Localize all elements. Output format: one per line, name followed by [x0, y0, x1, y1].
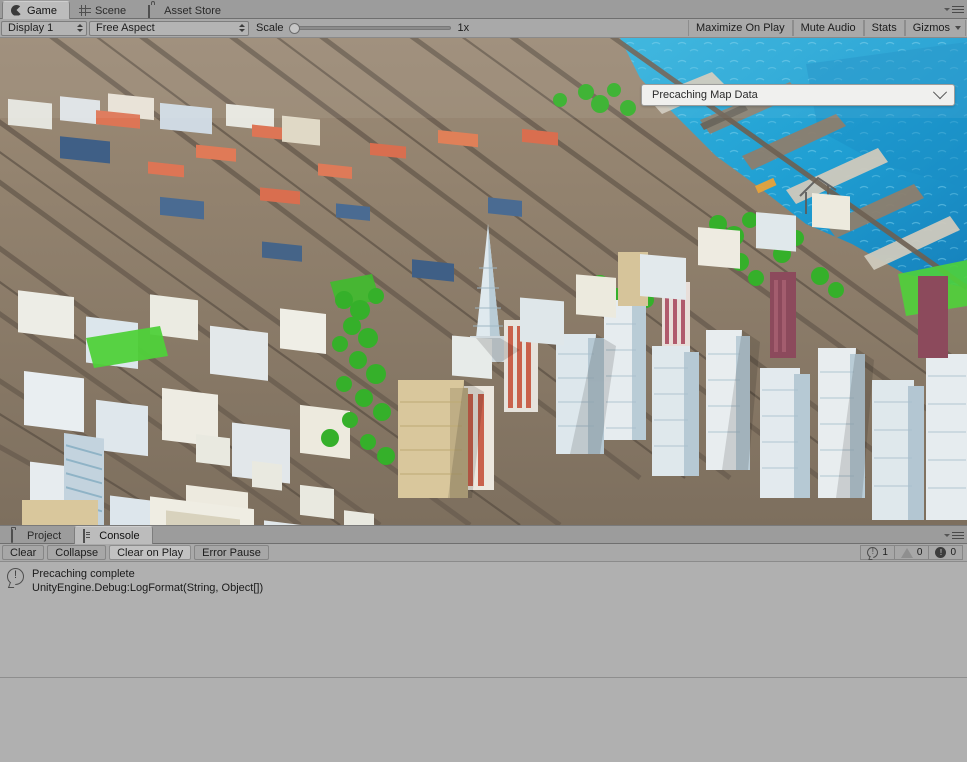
game-panel-tabstrip: Game Scene Asset Store [0, 0, 967, 19]
error-icon [935, 547, 947, 558]
gizmos-button[interactable]: Gizmos [904, 20, 966, 36]
city-scene-image [0, 38, 967, 525]
clear-button[interactable]: Clear [2, 545, 45, 560]
info-icon [867, 547, 879, 558]
unity-editor-window: Game Scene Asset Store Display 1 Free As… [0, 0, 967, 762]
error-count: 0 [950, 547, 956, 558]
chevron-down-icon [944, 7, 950, 11]
scale-control: Scale 1x [251, 22, 469, 35]
chevron-down-icon [944, 533, 950, 537]
warning-icon [900, 547, 913, 558]
info-icon [7, 567, 24, 585]
console-panel-tabstrip: Project Console [0, 525, 967, 544]
error-pause-button[interactable]: Error Pause [194, 545, 269, 560]
warning-count: 0 [916, 547, 923, 558]
game-panel-menu-button[interactable] [942, 2, 964, 16]
log-entry[interactable]: Precaching complete UnityEngine.Debug:Lo… [0, 562, 967, 600]
updown-arrows-icon [77, 24, 83, 32]
updown-arrows-icon [239, 24, 245, 32]
shopping-bag-icon [148, 4, 160, 18]
warning-counter[interactable]: 0 [894, 545, 930, 560]
chevron-down-icon [955, 26, 961, 30]
folder-icon [11, 528, 23, 543]
console-toolbar: Clear Collapse Clear on Play Error Pause… [0, 544, 967, 562]
info-counter[interactable]: 1 [860, 545, 895, 560]
aspect-ratio-dropdown[interactable]: Free Aspect [89, 20, 249, 36]
game-view-render[interactable]: Precaching Map Data [0, 38, 967, 525]
chevron-down-icon [932, 85, 948, 100]
aspect-dropdown-value: Free Aspect [96, 22, 155, 34]
console-detail-pane [0, 678, 967, 762]
tab-asset-store[interactable]: Asset Store [139, 1, 234, 19]
scale-slider[interactable] [288, 22, 451, 35]
log-entry-message: Precaching complete [32, 568, 135, 580]
tab-scene-label: Scene [94, 4, 127, 17]
console-icon [83, 528, 95, 543]
log-entry-text: Precaching complete UnityEngine.Debug:Lo… [32, 567, 263, 595]
hamburger-menu-icon [952, 5, 964, 13]
tab-game[interactable]: Game [2, 1, 70, 19]
info-count: 1 [882, 547, 888, 558]
mute-audio-button[interactable]: Mute Audio [792, 20, 864, 36]
precaching-dropdown-label: Precaching Map Data [652, 89, 758, 101]
clear-on-play-button[interactable]: Clear on Play [109, 545, 192, 560]
console-counters: 1 0 0 [860, 545, 963, 560]
scale-value: 1x [457, 22, 470, 34]
stats-button[interactable]: Stats [863, 20, 905, 36]
console-panel-menu-button[interactable] [942, 528, 964, 542]
tab-asset-store-label: Asset Store [164, 4, 222, 17]
scale-slider-thumb[interactable] [288, 22, 300, 34]
grid-icon [78, 4, 91, 17]
tab-scene[interactable]: Scene [70, 1, 139, 19]
hamburger-menu-icon [952, 531, 964, 539]
precaching-map-data-dropdown[interactable]: Precaching Map Data [641, 84, 955, 106]
log-entry-stacktrace: UnityEngine.Debug:LogFormat(String, Obje… [32, 582, 264, 594]
error-counter[interactable]: 0 [929, 545, 963, 560]
scale-slider-track [288, 26, 451, 30]
tab-game-label: Game [27, 4, 57, 17]
display-dropdown[interactable]: Display 1 [1, 20, 87, 36]
display-dropdown-value: Display 1 [8, 22, 54, 34]
gizmos-label: Gizmos [912, 22, 950, 34]
maximize-on-play-button[interactable]: Maximize On Play [687, 20, 793, 36]
tab-project[interactable]: Project [2, 526, 74, 544]
console-log-list[interactable]: Precaching complete UnityEngine.Debug:Lo… [0, 562, 967, 678]
tab-console-label: Console [99, 529, 140, 542]
scale-label: Scale [256, 22, 284, 34]
tab-console[interactable]: Console [74, 526, 153, 544]
game-view-toolbar: Display 1 Free Aspect Scale 1x Maximize … [0, 19, 967, 38]
collapse-button[interactable]: Collapse [47, 545, 107, 560]
tab-project-label: Project [27, 529, 62, 542]
game-controller-icon [11, 5, 23, 17]
